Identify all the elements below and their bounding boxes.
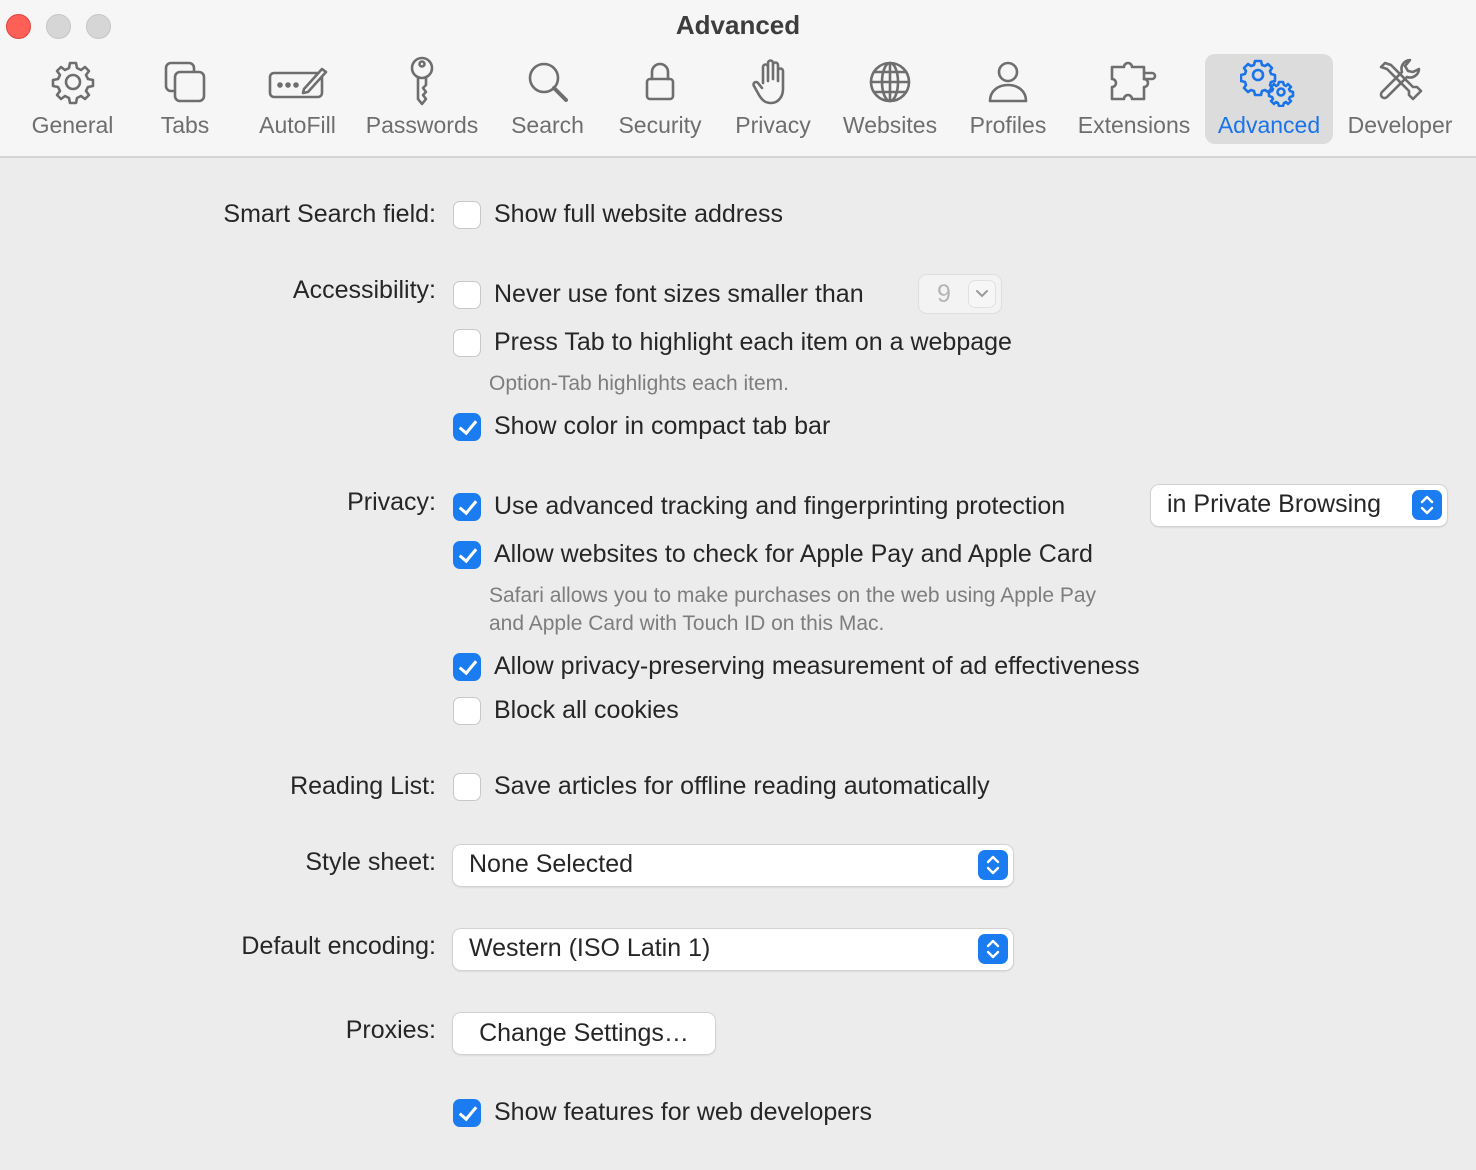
- tab-search[interactable]: Search: [505, 54, 590, 144]
- style-sheet-label: Style sheet:: [305, 848, 436, 876]
- title-bar: Advanced General Tabs AutoFill Passwords…: [0, 0, 1476, 158]
- hand-icon: [750, 54, 796, 110]
- key-icon: [402, 54, 442, 110]
- tabs-icon: [162, 54, 208, 110]
- tracking-protection-label[interactable]: Use advanced tracking and fingerprinting…: [494, 492, 1065, 521]
- default-encoding-value: Western (ISO Latin 1): [469, 934, 711, 962]
- tab-developer-label: Developer: [1347, 112, 1453, 138]
- lock-icon: [640, 54, 680, 110]
- gears-icon: [1240, 54, 1298, 110]
- min-font-size-checkbox[interactable]: [453, 281, 481, 309]
- person-icon: [985, 54, 1031, 110]
- offline-reading-label[interactable]: Save articles for offline reading automa…: [494, 772, 990, 801]
- tab-advanced-label: Advanced: [1217, 112, 1321, 138]
- press-tab-help: Option-Tab highlights each item.: [489, 372, 789, 395]
- web-developer-features-label[interactable]: Show features for web developers: [494, 1098, 872, 1127]
- change-settings-button[interactable]: Change Settings…: [453, 1013, 715, 1054]
- tab-autofill[interactable]: AutoFill: [250, 54, 345, 144]
- tracking-protection-value: in Private Browsing: [1167, 490, 1381, 518]
- apple-pay-label[interactable]: Allow websites to check for Apple Pay an…: [494, 540, 1093, 569]
- show-full-address-checkbox[interactable]: [453, 201, 481, 229]
- tab-privacy-label: Privacy: [735, 112, 811, 138]
- tab-general-label: General: [31, 112, 114, 138]
- tab-passwords[interactable]: Passwords: [362, 54, 482, 144]
- min-font-size-label[interactable]: Never use font sizes smaller than: [494, 280, 864, 309]
- tab-tabs-label: Tabs: [160, 112, 210, 138]
- tab-websites[interactable]: Websites: [836, 54, 944, 144]
- tab-websites-label: Websites: [842, 112, 938, 138]
- min-font-size-popup[interactable]: 9: [919, 275, 1001, 313]
- default-encoding-label: Default encoding:: [241, 932, 436, 960]
- tab-profiles-label: Profiles: [969, 112, 1047, 138]
- privacy-label: Privacy:: [347, 488, 436, 516]
- tab-security-label: Security: [618, 112, 702, 138]
- apple-pay-checkbox[interactable]: [453, 541, 481, 569]
- accessibility-label: Accessibility:: [292, 276, 436, 304]
- show-full-address-label[interactable]: Show full website address: [494, 200, 783, 229]
- compact-tab-color-label[interactable]: Show color in compact tab bar: [494, 412, 830, 441]
- gear-icon: [50, 54, 96, 110]
- tab-extensions-label: Extensions: [1077, 112, 1191, 138]
- tab-passwords-label: Passwords: [365, 112, 479, 138]
- tracking-protection-checkbox[interactable]: [453, 493, 481, 521]
- apple-pay-help-line-2: and Apple Card with Touch ID on this Mac…: [489, 612, 885, 635]
- window-title: Advanced: [675, 10, 801, 40]
- tab-extensions[interactable]: Extensions: [1073, 54, 1195, 144]
- press-tab-label[interactable]: Press Tab to highlight each item on a we…: [494, 328, 1012, 357]
- min-font-size-value: 9: [937, 280, 951, 308]
- tab-profiles[interactable]: Profiles: [962, 54, 1054, 144]
- web-developer-features-checkbox[interactable]: [453, 1099, 481, 1127]
- reading-list-label: Reading List:: [290, 772, 436, 800]
- default-encoding-popup[interactable]: Western (ISO Latin 1): [453, 929, 1013, 970]
- popup-arrows-icon: [978, 934, 1008, 964]
- tools-icon: [1375, 54, 1425, 110]
- popup-arrows-icon: [1412, 490, 1442, 520]
- block-cookies-label[interactable]: Block all cookies: [494, 696, 679, 725]
- tab-tabs[interactable]: Tabs: [145, 54, 225, 144]
- block-cookies-checkbox[interactable]: [453, 697, 481, 725]
- autofill-icon: [266, 54, 330, 110]
- puzzle-icon: [1108, 54, 1160, 110]
- offline-reading-checkbox[interactable]: [453, 773, 481, 801]
- tab-security[interactable]: Security: [610, 54, 710, 144]
- search-icon: [525, 54, 571, 110]
- tab-advanced[interactable]: Advanced: [1205, 54, 1333, 144]
- smart-search-label: Smart Search field:: [223, 200, 436, 228]
- proxies-label: Proxies:: [345, 1016, 436, 1044]
- style-sheet-popup[interactable]: None Selected: [453, 845, 1013, 886]
- tracking-protection-popup[interactable]: in Private Browsing: [1151, 485, 1447, 526]
- tab-privacy[interactable]: Privacy: [728, 54, 818, 144]
- tab-developer[interactable]: Developer: [1345, 54, 1455, 144]
- ad-measurement-checkbox[interactable]: [453, 653, 481, 681]
- tab-search-label: Search: [511, 112, 584, 138]
- apple-pay-help-line-1: Safari allows you to make purchases on t…: [489, 584, 1097, 607]
- ad-measurement-label[interactable]: Allow privacy-preserving measurement of …: [494, 652, 1140, 681]
- tab-general[interactable]: General: [20, 54, 125, 144]
- compact-tab-color-checkbox[interactable]: [453, 413, 481, 441]
- globe-icon: [867, 54, 913, 110]
- chevron-down-icon: [969, 281, 995, 307]
- tab-autofill-label: AutoFill: [259, 112, 336, 138]
- style-sheet-value: None Selected: [469, 850, 634, 878]
- press-tab-checkbox[interactable]: [453, 329, 481, 357]
- popup-arrows-icon: [978, 850, 1008, 880]
